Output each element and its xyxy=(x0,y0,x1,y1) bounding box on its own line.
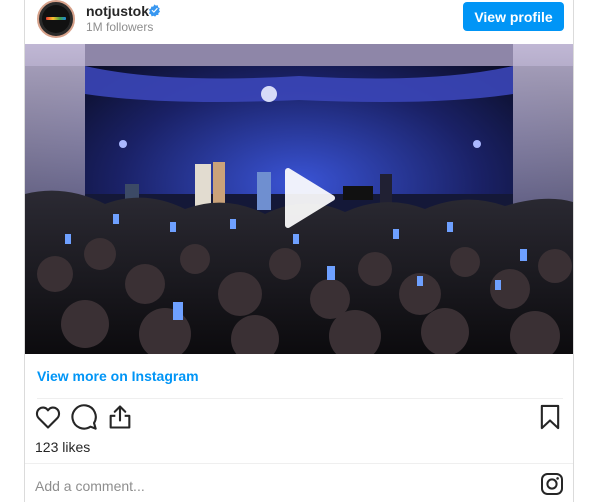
avatar-image xyxy=(42,5,70,33)
verified-badge-icon xyxy=(148,4,161,17)
follower-count: 1M followers xyxy=(86,20,154,34)
like-count[interactable]: 123 likes xyxy=(35,439,90,455)
divider xyxy=(37,398,563,399)
share-icon[interactable] xyxy=(106,403,134,431)
username[interactable]: notjustok xyxy=(86,3,149,19)
instagram-embed: notjustok 1M followers View profile View… xyxy=(24,0,574,502)
comment-icon[interactable] xyxy=(70,403,98,431)
avatar[interactable] xyxy=(37,0,75,38)
instagram-icon[interactable] xyxy=(540,472,564,496)
view-more-link[interactable]: View more on Instagram xyxy=(37,368,199,384)
comment-input[interactable] xyxy=(35,475,515,497)
bookmark-icon[interactable] xyxy=(536,403,564,431)
avatar-logo-stripe xyxy=(46,17,66,20)
action-bar xyxy=(25,401,573,437)
play-icon[interactable] xyxy=(270,163,340,233)
view-profile-button[interactable]: View profile xyxy=(463,2,564,31)
heart-icon[interactable] xyxy=(34,403,62,431)
divider xyxy=(25,463,573,464)
post-header: notjustok 1M followers View profile xyxy=(25,0,573,44)
video-player[interactable] xyxy=(25,44,573,354)
